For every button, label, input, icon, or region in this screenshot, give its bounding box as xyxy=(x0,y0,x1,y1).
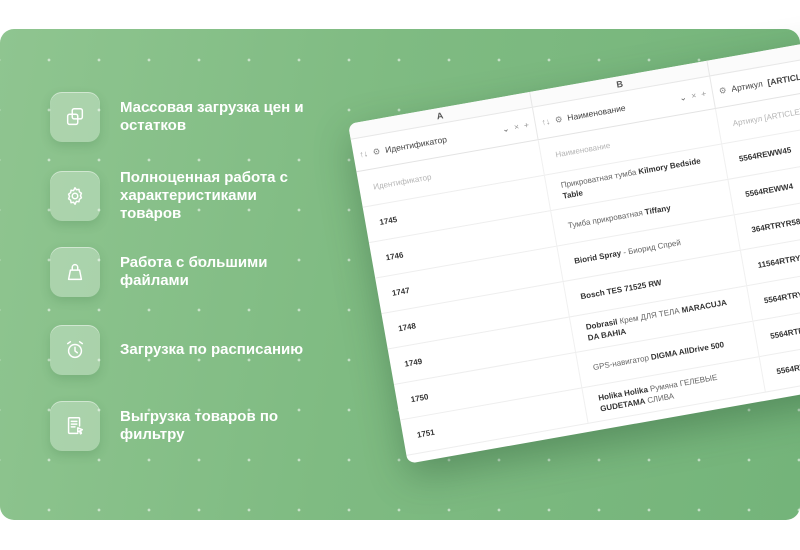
feature-schedule: Загрузка по расписанию xyxy=(50,325,320,375)
document-cursor-icon xyxy=(50,401,100,451)
name-suffix: - Биорид Спрей xyxy=(620,238,682,258)
file-bag-icon xyxy=(50,247,100,297)
header-suffix: [ARTICLE] xyxy=(766,70,800,88)
feature-filter-export: Выгрузка товаров по фильтру xyxy=(50,401,310,451)
feature-characteristics: Полноценная работа с характеристиками то… xyxy=(50,169,310,223)
feature-label: Загрузка по расписанию xyxy=(120,341,304,358)
name-brand: Biorid Spray xyxy=(573,248,622,266)
name-prefix: Румяна ГЕЛЕВЫЕ xyxy=(647,372,718,394)
chevron-down-icon[interactable]: ⌄ xyxy=(501,123,510,135)
name-brand: Bosch TES 71525 RW xyxy=(579,278,663,302)
add-icon[interactable]: + xyxy=(700,88,707,99)
gear-icon[interactable]: ⚙ xyxy=(372,145,381,157)
close-icon[interactable]: × xyxy=(513,121,520,132)
feature-label: Работа с большими файлами xyxy=(120,254,268,289)
chevron-down-icon[interactable]: ⌄ xyxy=(679,91,688,103)
feature-mass-upload: Массовая загрузка цен и остатков xyxy=(50,92,310,142)
sort-icon[interactable]: ↑↓ xyxy=(541,116,551,127)
add-icon[interactable]: + xyxy=(523,120,530,131)
sort-icon[interactable]: ↑↓ xyxy=(359,148,369,159)
alarm-clock-icon xyxy=(50,325,100,375)
copy-icon xyxy=(50,92,100,142)
name-prefix: Крем ДЛЯ ТЕЛА xyxy=(616,305,683,326)
gear-icon xyxy=(50,171,100,221)
name-prefix: GPS-навигатор xyxy=(592,352,652,373)
close-icon[interactable]: × xyxy=(691,90,698,101)
feature-label: Полноценная работа с характеристиками то… xyxy=(120,169,289,222)
feature-large-files: Работа с большими файлами xyxy=(50,247,310,297)
header-label: Артикул xyxy=(730,78,764,94)
feature-label: Выгрузка товаров по фильтру xyxy=(120,408,279,443)
name-model: DIGMA AllDrive 500 xyxy=(650,340,725,362)
name-prefix: Тумба прикроватная xyxy=(567,207,646,231)
name-model: Tiffany xyxy=(644,203,672,217)
gear-icon[interactable]: ⚙ xyxy=(554,113,563,125)
gear-icon[interactable]: ⚙ xyxy=(718,84,727,96)
feature-label: Массовая загрузка цен и остатков xyxy=(120,99,304,134)
name-prefix: Прикроватная тумба xyxy=(560,166,640,190)
